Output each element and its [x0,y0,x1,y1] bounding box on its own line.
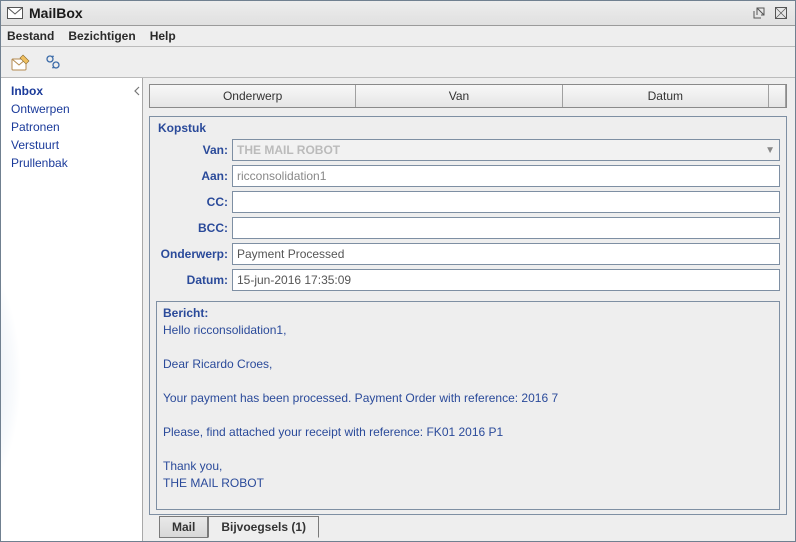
compose-button[interactable] [7,49,35,75]
folder-patronen[interactable]: Patronen [11,118,142,136]
col-van[interactable]: Van [356,85,562,107]
bcc-label: BCC: [156,221,228,235]
folder-verstuurt[interactable]: Verstuurt [11,136,142,154]
from-field[interactable]: THE MAIL ROBOT ▼ [232,139,780,161]
message-body[interactable]: Hello ricconsolidation1, Dear Ricardo Cr… [163,322,773,492]
col-datum[interactable]: Datum [563,85,769,107]
cc-label: CC: [156,195,228,209]
cc-field[interactable] [232,191,780,213]
from-label: Van: [156,143,228,157]
date-field[interactable]: 15-jun-2016 17:35:09 [232,269,780,291]
subject-field[interactable]: Payment Processed [232,243,780,265]
message-body-group: Bericht: Hello ricconsolidation1, Dear R… [156,301,780,510]
message-list-header: Onderwerp Van Datum [149,84,787,108]
col-onderwerp[interactable]: Onderwerp [150,85,356,107]
date-label: Datum: [156,273,228,287]
folder-sidebar: Inbox Ontwerpen Patronen Verstuurt Prull… [1,78,143,541]
from-value: THE MAIL ROBOT [237,143,340,157]
bcc-field[interactable] [232,217,780,239]
bericht-label: Bericht: [163,306,773,320]
subject-value: Payment Processed [237,247,344,261]
restore-window-icon[interactable] [751,5,767,21]
bottom-tabs: Mail Bijvoegsels (1) [149,515,787,537]
tab-mail[interactable]: Mail [159,516,208,538]
to-value: ricconsolidation1 [237,169,326,183]
maximize-window-icon[interactable] [773,5,789,21]
titlebar: MailBox [1,1,795,26]
tab-bijvoegsels[interactable]: Bijvoegsels (1) [208,516,319,538]
subject-label: Onderwerp: [156,247,228,261]
content-area: Onderwerp Van Datum Kopstuk Van: THE MAI… [143,78,795,541]
chevron-down-icon: ▼ [765,145,775,156]
to-field[interactable]: ricconsolidation1 [232,165,780,187]
folder-inbox[interactable]: Inbox [11,82,142,100]
menu-help[interactable]: Help [150,29,176,43]
sidebar-collapse-icon[interactable] [132,82,142,100]
kopstuk-label: Kopstuk [158,121,780,135]
envelope-icon [7,7,23,19]
date-value: 15-jun-2016 17:35:09 [237,273,351,287]
window-title: MailBox [29,5,83,21]
to-label: Aan: [156,169,228,183]
menubar: Bestand Bezichtigen Help [1,26,795,47]
app-window: MailBox Bestand Bezichtigen Help [0,0,796,542]
menu-bezichtigen[interactable]: Bezichtigen [68,29,135,43]
col-spacer [769,85,786,107]
folder-prullenbak[interactable]: Prullenbak [11,154,142,172]
toolbar [1,47,795,78]
refresh-button[interactable] [39,49,67,75]
folder-ontwerpen[interactable]: Ontwerpen [11,100,142,118]
menu-bestand[interactable]: Bestand [7,29,54,43]
message-panel: Kopstuk Van: THE MAIL ROBOT ▼ Aan: ricco… [149,116,787,515]
